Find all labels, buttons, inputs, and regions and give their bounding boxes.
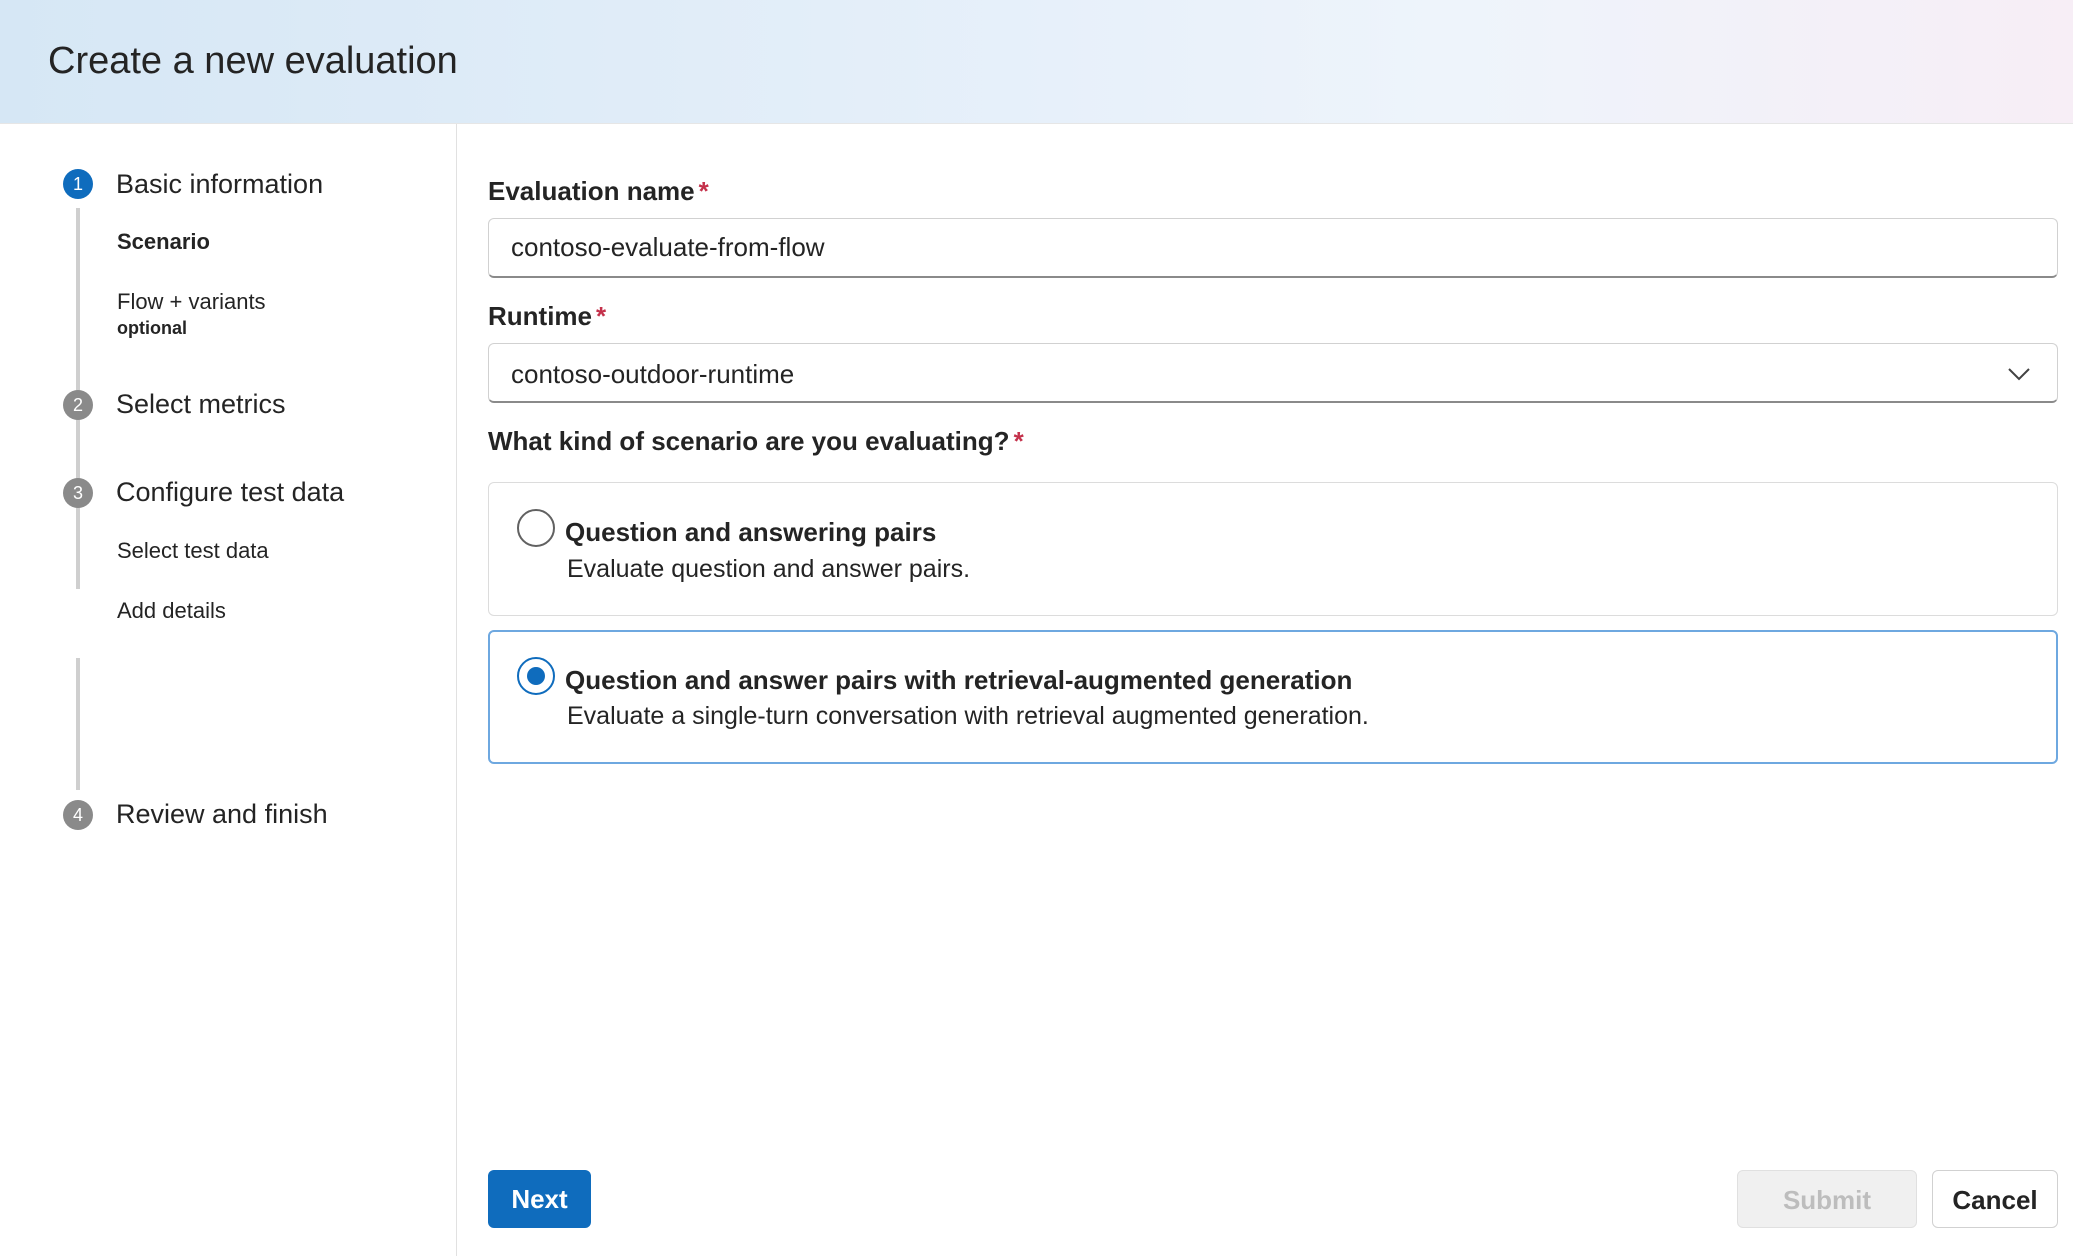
step-basic-information[interactable]: Basic information xyxy=(116,169,323,200)
evaluation-name-input[interactable] xyxy=(488,218,2058,278)
substep-scenario[interactable]: Scenario xyxy=(117,229,210,255)
radio-dot xyxy=(527,667,545,685)
step-connector xyxy=(76,658,80,790)
wizard-sidebar: 1 Basic information Scenario Flow + vari… xyxy=(0,124,457,1256)
scenario-option-qa-pairs[interactable]: Question and answering pairs Evaluate qu… xyxy=(488,482,2058,616)
option-title: Question and answering pairs xyxy=(565,517,937,547)
step-1-indicator: 1 xyxy=(63,169,93,199)
option-description: Evaluate a single-turn conversation with… xyxy=(567,702,1369,730)
required-marker: * xyxy=(698,176,709,206)
scenario-question-label: What kind of scenario are you evaluating… xyxy=(488,426,1024,456)
chevron-down-icon xyxy=(2008,368,2030,381)
runtime-label: Runtime * xyxy=(488,301,607,331)
option-title: Question and answer pairs with retrieval… xyxy=(565,665,1353,695)
step-connector xyxy=(76,431,80,589)
cancel-button[interactable]: Cancel xyxy=(1932,1170,2058,1228)
optional-note: optional xyxy=(117,318,187,338)
option-description: Evaluate question and answer pairs. xyxy=(567,555,971,583)
radio-button[interactable] xyxy=(517,509,555,547)
step-4-indicator: 4 xyxy=(63,800,93,830)
step-configure-test-data[interactable]: Configure test data xyxy=(116,477,344,508)
substep-add-details[interactable]: Add details xyxy=(117,598,226,624)
required-marker: * xyxy=(596,301,607,331)
radio-button-selected[interactable] xyxy=(517,657,555,695)
runtime-selected-value: contoso-outdoor-runtime xyxy=(511,359,795,389)
substep-flow-variants[interactable]: Flow + variants xyxy=(117,289,266,315)
page-header: Create a new evaluation xyxy=(0,0,2073,124)
page-title: Create a new evaluation xyxy=(48,40,458,82)
required-marker: * xyxy=(1013,426,1024,456)
scenario-option-qa-rag[interactable]: Question and answer pairs with retrieval… xyxy=(488,630,2058,764)
step-review-and-finish[interactable]: Review and finish xyxy=(116,799,328,830)
submit-button[interactable]: Submit xyxy=(1737,1170,1917,1228)
step-select-metrics[interactable]: Select metrics xyxy=(116,389,286,420)
step-connector xyxy=(76,208,80,462)
substep-select-test-data[interactable]: Select test data xyxy=(117,538,269,564)
step-3-indicator: 3 xyxy=(63,478,93,508)
step-2-indicator: 2 xyxy=(63,390,93,420)
evaluation-name-label: Evaluation name * xyxy=(488,176,709,206)
runtime-dropdown[interactable]: contoso-outdoor-runtime xyxy=(488,343,2058,403)
next-button[interactable]: Next xyxy=(488,1170,591,1228)
